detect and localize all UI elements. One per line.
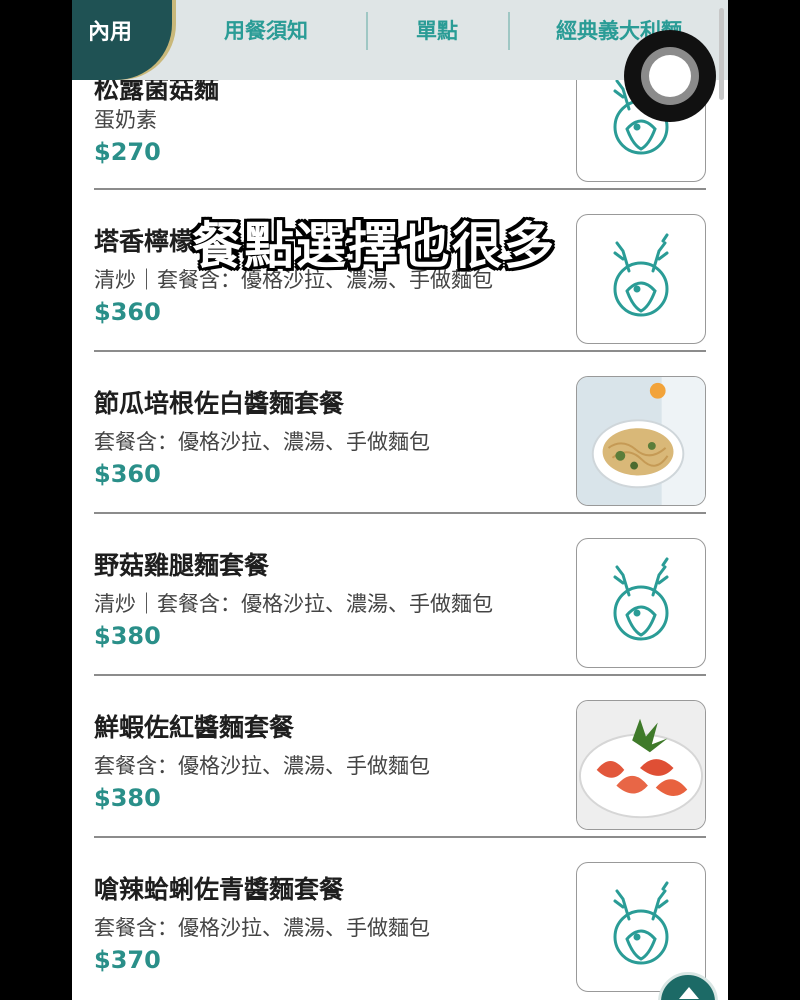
shrimp-photo-icon (577, 701, 705, 829)
menu-item-image[interactable] (576, 538, 706, 668)
menu-item-title: 野菇雞腿麵套餐 (94, 551, 270, 580)
tab-divider (366, 12, 368, 50)
menu-item-price: $360 (94, 298, 161, 326)
deer-logo-icon (613, 233, 669, 317)
assistive-touch-button[interactable] (624, 30, 716, 122)
menu-item-desc: 套餐含：優格沙拉、濃湯、手做麵包 (94, 754, 430, 778)
tab-divider (508, 12, 510, 50)
menu-item-title: 嗆辣蛤蜊佐青醬麵套餐 (94, 875, 345, 904)
menu-item-desc: 套餐含：優格沙拉、濃湯、手做麵包 (94, 916, 430, 940)
tab-dine-in[interactable]: 內用 (72, 0, 172, 80)
menu-item-price: $380 (94, 784, 161, 812)
pasta-photo-icon (577, 377, 705, 505)
menu-item-price: $370 (94, 946, 161, 974)
tab-dining-notice[interactable]: 用餐須知 (224, 10, 308, 50)
arrow-up-icon (679, 987, 699, 999)
menu-item[interactable]: 節瓜培根佐白醬麵套餐 套餐含：優格沙拉、濃湯、手做麵包 $360 (94, 352, 706, 514)
assistive-touch-ring (641, 47, 699, 105)
scrollbar[interactable] (719, 8, 724, 100)
tab-a-la-carte[interactable]: 單點 (416, 10, 458, 50)
menu-item[interactable]: 野菇雞腿麵套餐 清炒｜套餐含：優格沙拉、濃湯、手做麵包 $380 (94, 514, 706, 676)
menu-item-image[interactable] (576, 214, 706, 344)
menu-item-title: 塔香檸檬 (94, 227, 195, 256)
menu-item-price: $270 (94, 138, 161, 166)
menu-item-image[interactable] (576, 376, 706, 506)
menu-item-desc: 蛋奶素 (94, 108, 157, 132)
phone-screen: 松露菌菇麵 蛋奶素 $270 塔香檸檬 清炒｜套餐含：優格沙拉、濃湯、手做麵包 … (72, 0, 728, 1000)
menu-item-price: $380 (94, 622, 161, 650)
menu-item-price: $360 (94, 460, 161, 488)
menu-item[interactable]: 嗆辣蛤蜊佐青醬麵套餐 套餐含：優格沙拉、濃湯、手做麵包 $370 (94, 838, 706, 1000)
menu-item-title: 鮮蝦佐紅醬麵套餐 (94, 713, 295, 742)
menu-item-title: 節瓜培根佐白醬麵套餐 (94, 389, 345, 418)
menu-item-desc: 清炒｜套餐含：優格沙拉、濃湯、手做麵包 (94, 592, 493, 616)
menu-item-desc: 套餐含：優格沙拉、濃湯、手做麵包 (94, 430, 430, 454)
menu-item[interactable]: 鮮蝦佐紅醬麵套餐 套餐含：優格沙拉、濃湯、手做麵包 $380 (94, 676, 706, 838)
deer-logo-icon (613, 557, 669, 641)
video-caption: 餐點選擇也很多 (192, 217, 556, 275)
menu-item-image[interactable] (576, 700, 706, 830)
deer-logo-icon (613, 881, 669, 965)
assistive-touch-core (649, 55, 691, 97)
